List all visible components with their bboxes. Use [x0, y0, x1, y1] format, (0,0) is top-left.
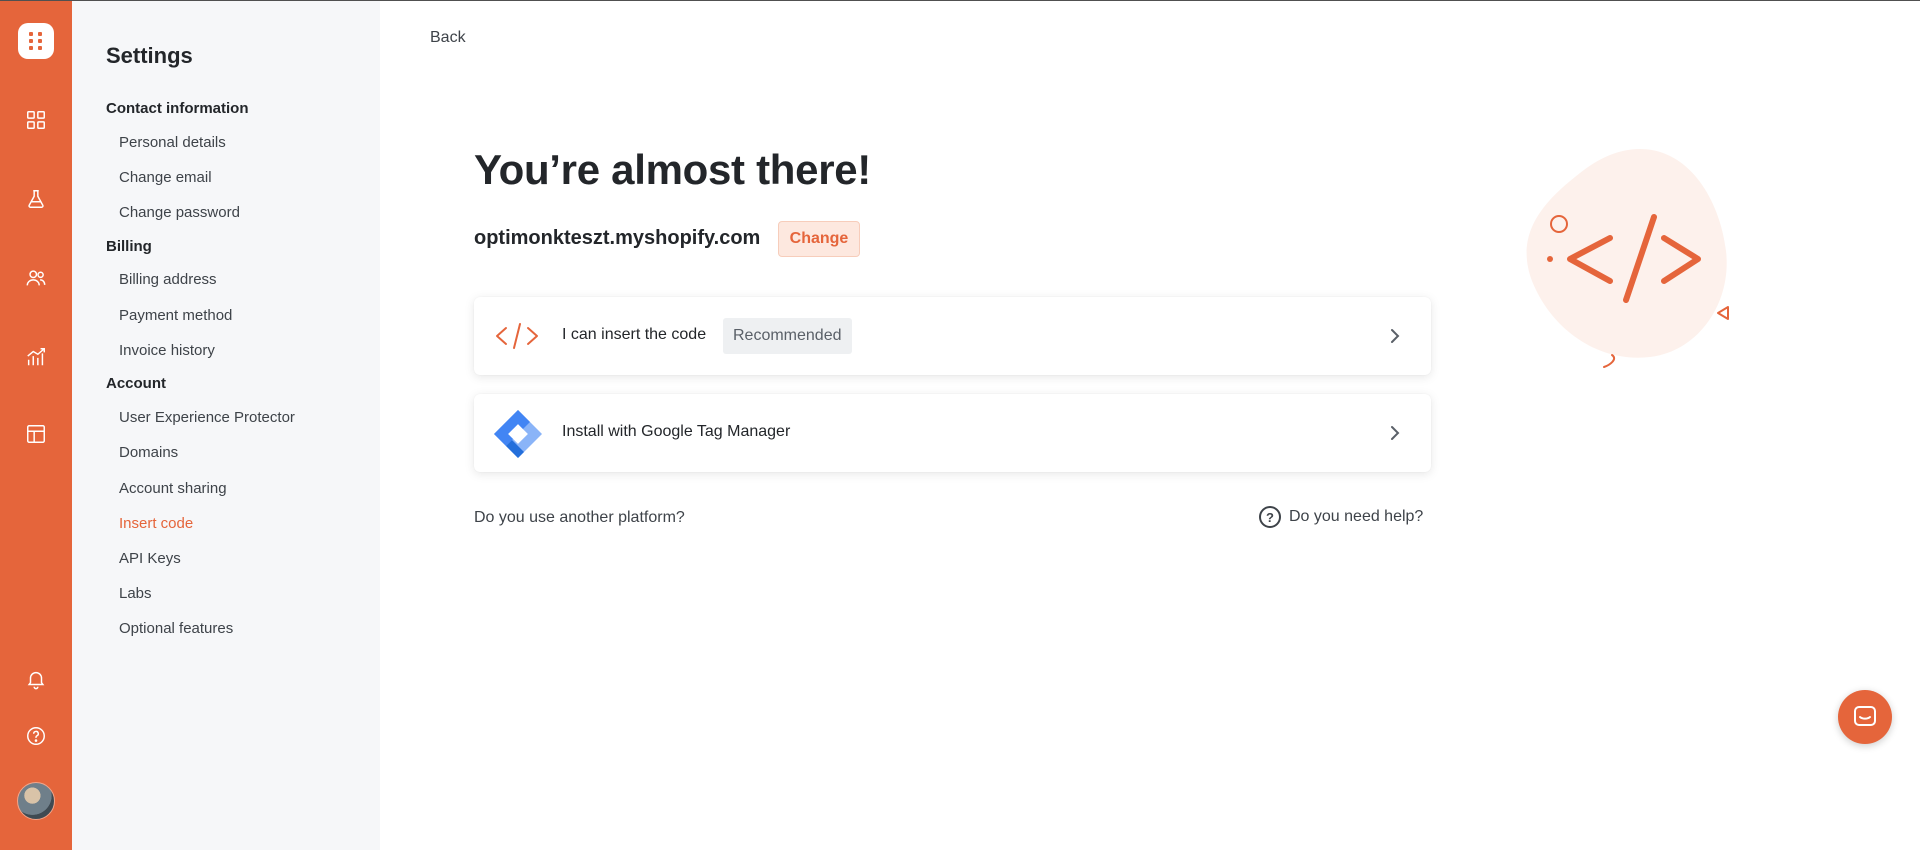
chevron-right-icon: [1385, 421, 1405, 445]
domain-name: optimonkteszt.myshopify.com: [474, 227, 761, 249]
page-title: You’re almost there!: [474, 146, 871, 193]
chat-icon[interactable]: [1838, 690, 1892, 744]
sidebar-item-account-sharing[interactable]: Account sharing: [119, 480, 227, 497]
section-billing: Billing: [106, 238, 152, 255]
option-insert-code-card[interactable]: I can insert the code Recommended: [474, 297, 1431, 375]
sidebar-item-insert-code[interactable]: Insert code: [119, 515, 193, 532]
sidebar-item-payment-method[interactable]: Payment method: [119, 307, 232, 324]
help-label: Do you need help?: [1289, 508, 1424, 525]
google-tag-manager-icon: [490, 406, 546, 462]
sidebar-title: Settings: [106, 43, 193, 68]
sidebar-item-personal-details[interactable]: Personal details: [119, 134, 226, 151]
sidebar-item-domains[interactable]: Domains: [119, 444, 178, 461]
settings-sidebar: Settings Contact information Personal de…: [72, 1, 380, 850]
avatar[interactable]: [17, 782, 55, 820]
analytics-icon[interactable]: [24, 345, 48, 369]
change-domain-button[interactable]: Change: [778, 221, 860, 257]
option-google-tag-manager-card[interactable]: Install with Google Tag Manager: [474, 394, 1431, 472]
option-label: I can insert the code: [562, 326, 707, 343]
bell-icon[interactable]: [24, 667, 48, 691]
left-rail: [0, 1, 72, 850]
logo-icon[interactable]: [18, 23, 54, 59]
sidebar-item-user-experience-protector[interactable]: User Experience Protector: [119, 409, 295, 426]
code-icon: [494, 317, 540, 355]
users-icon[interactable]: [24, 266, 48, 290]
templates-icon[interactable]: [24, 422, 48, 446]
code-illustration: [1520, 141, 1740, 381]
recommended-badge: Recommended: [723, 318, 852, 354]
sidebar-item-optional-features[interactable]: Optional features: [119, 620, 233, 637]
sidebar-item-billing-address[interactable]: Billing address: [119, 271, 217, 288]
sidebar-item-change-email[interactable]: Change email: [119, 169, 212, 186]
help-link[interactable]: ? Do you need help?: [1259, 506, 1423, 528]
section-account: Account: [106, 375, 166, 392]
other-platform-link[interactable]: Do you use another platform?: [474, 509, 685, 527]
section-contact-information: Contact information: [106, 100, 249, 117]
dashboard-icon[interactable]: [24, 108, 48, 132]
sidebar-item-change-password[interactable]: Change password: [119, 204, 240, 221]
option-label: Install with Google Tag Manager: [562, 423, 791, 440]
help-icon[interactable]: [24, 724, 48, 748]
question-icon: ?: [1259, 506, 1281, 528]
chevron-right-icon: [1385, 324, 1405, 348]
experiments-icon[interactable]: [24, 187, 48, 211]
back-link[interactable]: Back: [430, 29, 466, 47]
sidebar-item-api-keys[interactable]: API Keys: [119, 550, 181, 567]
sidebar-item-invoice-history[interactable]: Invoice history: [119, 342, 215, 359]
sidebar-item-labs[interactable]: Labs: [119, 585, 152, 602]
